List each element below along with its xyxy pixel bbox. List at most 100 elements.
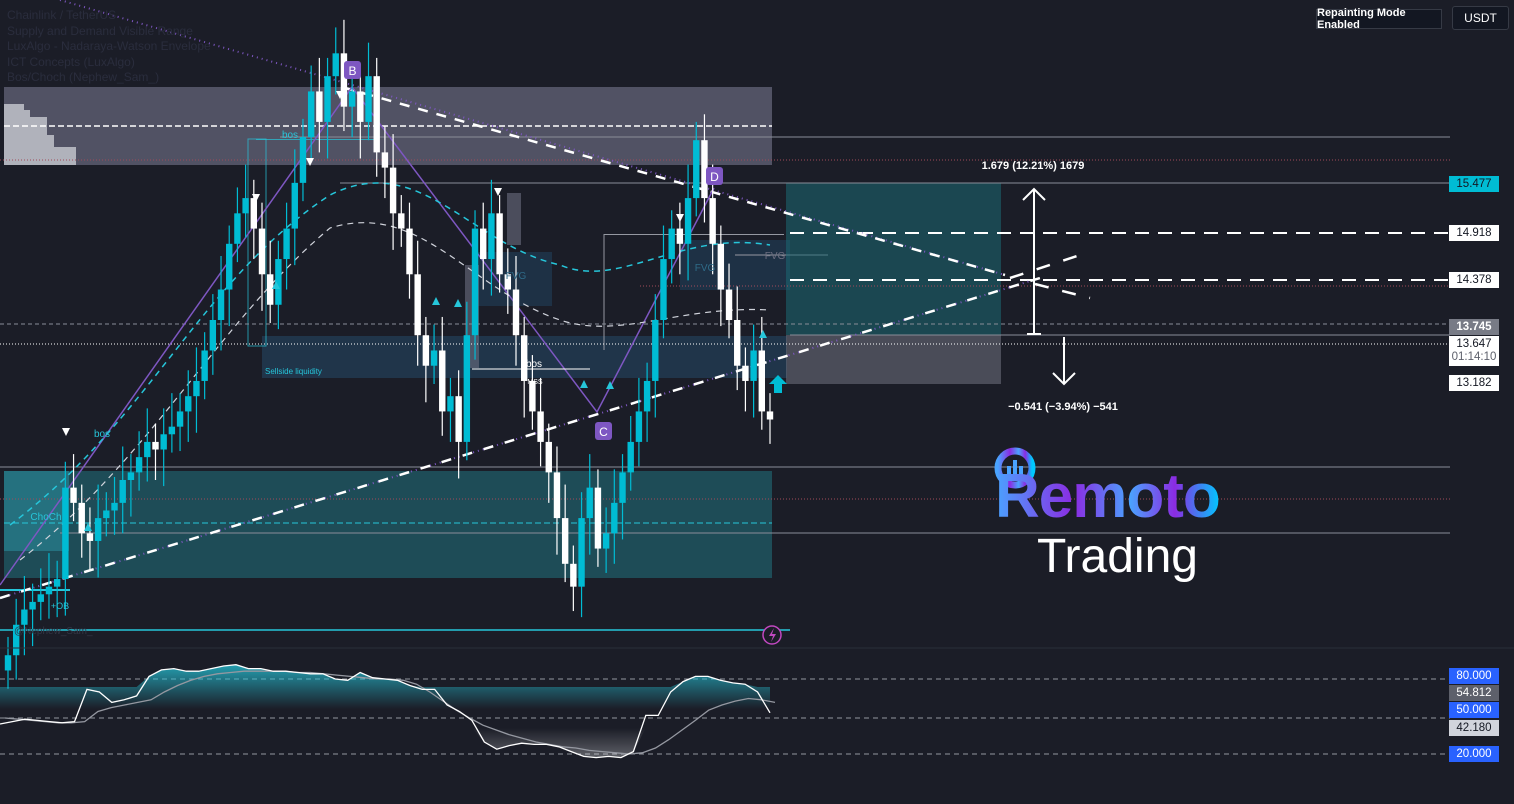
candle-body [545,441,552,473]
current-price-value: 13.647 [1456,338,1492,350]
candle-body [160,434,167,450]
candle-body [217,289,225,320]
candle-body [594,487,602,549]
candle-body [135,457,143,473]
candle-body [365,76,372,122]
candle-body [62,487,69,580]
demand-inner-zone [4,471,69,551]
oscillator-label-54-812: 54.812 [1449,685,1499,701]
oscillator-pane[interactable] [0,664,1450,759]
candle-body [94,518,102,541]
candle-body [455,396,462,442]
pivot-badge-c: C [595,422,612,440]
candle-body [766,411,774,420]
candle-body [127,472,135,480]
long-stop-zone [786,335,1001,384]
projection-line [1009,253,1081,280]
candle-body [660,259,667,320]
candle-body [373,76,380,153]
oscillator-label-80-000: 80.000 [1449,668,1499,684]
candle-body [226,243,233,290]
oscillator-k-line [0,664,771,759]
oscillator-overbought-fill [0,664,770,709]
candle-body [537,411,544,442]
oscillator-oversold-fill [0,728,770,758]
candle-body [652,320,659,381]
candle-body [103,510,110,519]
down-triangle-icon [62,428,70,436]
chart-area[interactable]: bos bos bos MSS FVG FVG FVG ChoCh +OB Se… [0,0,1514,799]
price-label-13-647: 13.647 01:14:10 [1449,336,1499,366]
candle-body [619,472,626,503]
candle-body [4,655,12,671]
candle-body [627,441,634,473]
oscillator-label-20-000: 20.000 [1449,746,1499,762]
candle-body [734,320,741,366]
candle-body [45,586,53,595]
legend-item[interactable]: Supply and Demand Visible Range [7,24,211,40]
down-triangle-icon [494,188,502,196]
candle-body [29,601,36,610]
chart-canvas[interactable]: bos bos bos MSS FVG FVG FVG ChoCh +OB Se… [0,0,1514,799]
pivot-label: B [348,64,356,78]
candle-body [144,441,151,458]
candle-body [53,579,61,587]
legend-item[interactable]: LuxAlgo - Nadaraya-Watson Envelope [7,39,211,55]
candle-body [348,91,356,107]
candle-body [185,396,192,412]
price-label-13-182: 13.182 [1449,375,1499,391]
candle-body [316,91,323,122]
bos-label: bos [94,429,110,440]
down-triangle-icon [676,214,684,222]
candle-body [250,198,258,229]
pivot-badge-d: D [706,167,723,185]
price-label-13-745: 13.745 [1449,319,1499,335]
price-label-14-918: 14.918 [1449,225,1499,241]
lightning-alert-icon[interactable] [762,625,782,645]
bar-countdown: 01:14:10 [1451,351,1497,363]
candle-body [258,228,266,275]
measure-tool[interactable]: 1.679 (12.21%) 1679 −0.541 (−3.94%) −541 [982,160,1118,413]
mss-label: MSS [527,379,543,386]
candle-body [488,213,495,260]
candle-body [463,335,471,442]
candle-body [611,502,618,534]
currency-button[interactable]: USDT [1452,6,1509,30]
legend-item[interactable]: Chainlink / TetherUS [7,8,211,24]
candle-body [561,518,569,564]
candle-body [750,350,757,381]
supply-profile-block [4,147,76,165]
candle-body [21,609,28,625]
fvg-label: FVG [765,251,786,262]
candle-body [209,320,217,351]
fvg-label: FVG [695,263,716,274]
sellside-liquidity-label: Sellside liquidity [265,367,322,376]
measure-up-label: 1.679 (12.21%) 1679 [982,160,1085,172]
price-label-14-378: 14.378 [1449,272,1499,288]
mss-box [604,234,784,235]
pivot-label: D [710,170,719,184]
candle-body [570,563,577,587]
candle-body [111,502,118,511]
candle-body [709,198,716,244]
candle-body [480,228,487,260]
up-triangle-icon [759,330,767,338]
candle-body [324,76,331,122]
candle-body [643,380,651,412]
candle-body [684,198,692,244]
candle-body [299,137,307,183]
up-triangle-icon [454,299,462,307]
candle-body [283,228,290,260]
candle-body [717,243,725,290]
legend-item[interactable]: Bos/Choch (Nephew_Sam_) [7,70,211,86]
order-block [507,193,521,245]
candle-body [422,335,430,366]
watermark: @Nephew_Sam_ [14,626,93,637]
candle-body [471,228,479,336]
fvg-label: FVG [506,271,527,282]
oscillator-label-42-180: 42.180 [1449,720,1499,736]
legend-item[interactable]: ICT Concepts (LuxAlgo) [7,55,211,71]
candle-body [201,350,208,381]
candle-body [414,274,421,336]
candle-body [676,228,684,244]
